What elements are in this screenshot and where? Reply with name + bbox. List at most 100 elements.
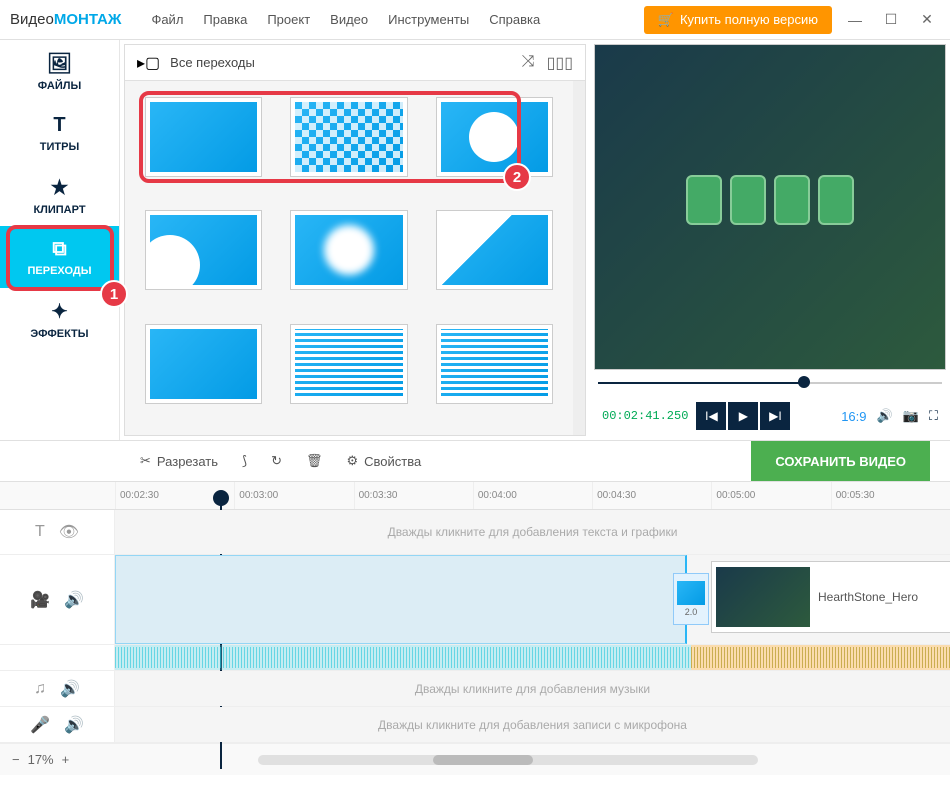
delete-button[interactable]: 🗑 (306, 453, 323, 469)
text-icon: T (35, 523, 45, 541)
crop-button[interactable]: ⟆ (242, 453, 247, 469)
callout-1: 1 (100, 280, 128, 308)
sidebar-label: КЛИПАРТ (33, 204, 85, 216)
menu-project[interactable]: Проект (267, 12, 310, 27)
shuffle-icon[interactable]: ⤨ (522, 53, 535, 73)
preview-controls: 00:02:41.250 I◀ ▶ ▶I 16:9 🔊 📷 ⛶ (594, 396, 946, 436)
transition-thumb[interactable] (145, 324, 262, 404)
track-video-body[interactable]: 2.0 HearthStone_Hero (115, 555, 950, 644)
transition-thumb[interactable] (290, 210, 407, 290)
sidebar-item-files[interactable]: 🖼 ФАЙЛЫ (0, 40, 119, 102)
track-head-video: 🎥 🔊 (0, 555, 115, 644)
zoom-bar: − 17% + (0, 743, 950, 775)
crop-icon: ⟆ (242, 453, 247, 469)
app-logo: ВидеоМОНТАЖ (10, 11, 121, 28)
view-icon[interactable]: ▯▯▯ (547, 53, 573, 73)
track-video: 🎥 🔊 2.0 HearthStone_Hero (0, 555, 950, 645)
prev-button[interactable]: I◀ (696, 402, 726, 430)
volume-icon[interactable]: 🔊 (877, 408, 893, 424)
time-ruler[interactable]: 00:02:30 00:03:00 00:03:30 00:04:00 00:0… (0, 482, 950, 510)
transition-thumb[interactable] (290, 324, 407, 404)
star-icon: ★ (51, 175, 69, 200)
track-head-audio (0, 645, 115, 670)
cut-button[interactable]: ✂ Разрезать (140, 453, 218, 469)
track-music: ♫ 🔊 Дважды кликните для добавления музык… (0, 671, 950, 707)
play-button[interactable]: ▶ (728, 402, 758, 430)
timeline: 00:02:30 00:03:00 00:03:30 00:04:00 00:0… (0, 482, 950, 775)
track-music-body[interactable]: Дважды кликните для добавления музыки (115, 671, 950, 706)
volume-icon[interactable]: 🔊 (64, 715, 84, 735)
sidebar-label: ЭФФЕКТЫ (30, 328, 88, 340)
logo-prefix: Видео (10, 11, 54, 28)
track-head-music: ♫ 🔊 (0, 671, 115, 706)
time-mark: 00:04:30 (592, 482, 711, 509)
transition-thumb[interactable] (436, 324, 553, 404)
menu-tools[interactable]: Инструменты (388, 12, 469, 27)
panel-title: Все переходы (170, 55, 255, 70)
menu-help[interactable]: Справка (489, 12, 540, 27)
sidebar-item-clipart[interactable]: ★ КЛИПАРТ (0, 164, 119, 226)
close-button[interactable]: ✕ (914, 7, 940, 33)
track-text-body[interactable]: Дважды кликните для добавления текста и … (115, 510, 950, 554)
save-video-button[interactable]: СОХРАНИТЬ ВИДЕО (751, 441, 930, 481)
video-clip[interactable]: HearthStone_Hero (711, 561, 950, 633)
cut-label: Разрезать (157, 454, 218, 469)
gear-icon: ⚙ (347, 453, 359, 469)
clip-name: HearthStone_Hero (818, 590, 918, 604)
callout-box-2 (139, 91, 521, 183)
menu-file[interactable]: Файл (151, 12, 183, 27)
rotate-icon: ↻ (271, 453, 282, 469)
buy-button[interactable]: 🛒 Купить полную версию (644, 6, 832, 34)
image-icon: 🖼 (47, 51, 72, 76)
maximize-button[interactable]: ☐ (878, 7, 904, 33)
sidebar: 🖼 ФАЙЛЫ T ТИТРЫ ★ КЛИПАРТ ⧉ ПЕРЕХОДЫ ✦ Э… (0, 40, 120, 440)
time-mark: 00:05:00 (711, 482, 830, 509)
zoom-out-button[interactable]: − (12, 752, 20, 767)
preview-panel: 00:02:41.250 I◀ ▶ ▶I 16:9 🔊 📷 ⛶ (590, 40, 950, 440)
aspect-ratio[interactable]: 16:9 (841, 409, 866, 424)
transition-duration: 2.0 (685, 607, 698, 617)
sidebar-label: ТИТРЫ (40, 141, 79, 153)
fullscreen-icon[interactable]: ⛶ (929, 408, 938, 424)
sidebar-item-titles[interactable]: T ТИТРЫ (0, 102, 119, 164)
main-area: 🖼 ФАЙЛЫ T ТИТРЫ ★ КЛИПАРТ ⧉ ПЕРЕХОДЫ ✦ Э… (0, 40, 950, 440)
scrollbar[interactable] (573, 81, 585, 435)
time-mark: 00:05:30 (831, 482, 950, 509)
zoom-level: 17% (28, 752, 54, 767)
props-label: Свойства (364, 454, 421, 469)
timecode: 00:02:41.250 (602, 409, 688, 423)
zoom-in-button[interactable]: + (62, 752, 70, 767)
track-head-mic: 🎤 🔊 (0, 707, 115, 742)
volume-icon[interactable]: 🔊 (64, 590, 84, 610)
selection-range[interactable] (115, 555, 687, 644)
transition-thumb[interactable] (145, 210, 262, 290)
play-all-icon[interactable]: ▸▢ (137, 53, 160, 73)
preview-video[interactable] (594, 44, 946, 370)
mic-icon: 🎤 (30, 715, 50, 735)
properties-button[interactable]: ⚙ Свойства (347, 453, 422, 469)
edit-toolbar: ✂ Разрезать ⟆ ↻ 🗑 ⚙ Свойства СОХРАНИТЬ В… (0, 440, 950, 482)
panel-header: ▸▢ Все переходы ⤨ ▯▯▯ (125, 45, 585, 81)
titlebar: ВидеоМОНТАЖ Файл Правка Проект Видео Инс… (0, 0, 950, 40)
transition-clip[interactable]: 2.0 (673, 573, 709, 625)
sidebar-label: ФАЙЛЫ (38, 80, 81, 92)
next-button[interactable]: ▶I (760, 402, 790, 430)
rotate-button[interactable]: ↻ (271, 453, 282, 469)
audio-waveform[interactable] (115, 645, 950, 670)
eye-icon[interactable]: 👁 (59, 522, 79, 542)
text-icon: T (53, 114, 65, 137)
volume-icon[interactable]: 🔊 (60, 679, 80, 699)
horizontal-scrollbar[interactable] (258, 755, 758, 765)
time-mark: 00:03:30 (354, 482, 473, 509)
camera-icon: 🎥 (30, 590, 50, 610)
menu-edit[interactable]: Правка (203, 12, 247, 27)
transitions-panel: ▸▢ Все переходы ⤨ ▯▯▯ 2 (124, 44, 586, 436)
transition-thumb[interactable] (436, 210, 553, 290)
preview-seekbar[interactable] (598, 374, 942, 390)
track-mic-body[interactable]: Дважды кликните для добавления записи с … (115, 707, 950, 742)
minimize-button[interactable]: — (842, 7, 868, 33)
track-text: T 👁 Дважды кликните для добавления текст… (0, 510, 950, 555)
snapshot-icon[interactable]: 📷 (903, 408, 919, 424)
menu-video[interactable]: Видео (330, 12, 368, 27)
logo-accent: МОНТАЖ (54, 11, 122, 28)
